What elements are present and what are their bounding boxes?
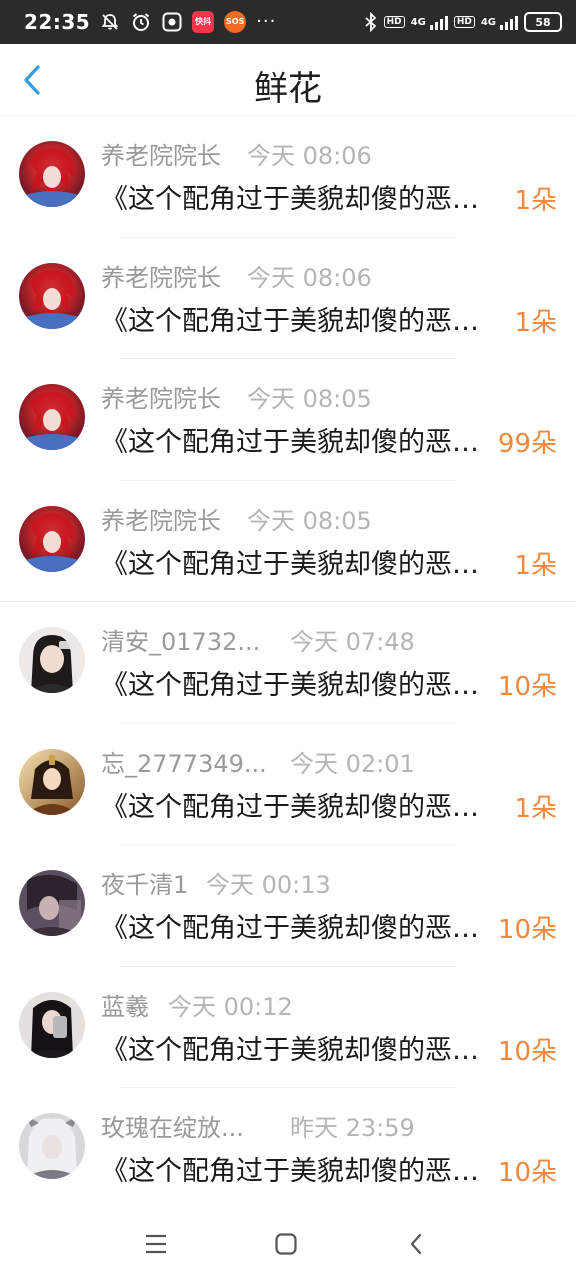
timestamp: 昨天 23:59: [290, 1114, 415, 1142]
book-title: 《这个配角过于美貌却傻的恶毒女配》: [101, 548, 499, 580]
flower-count: 1朵: [514, 186, 557, 216]
avatar[interactable]: [19, 505, 85, 572]
system-nav-bar: [0, 1208, 576, 1280]
list-item[interactable]: 忘_2777349... 今天 02:01 《这个配角过于美貌却傻的恶毒女配》 …: [0, 724, 576, 845]
status-left-icons: 快抖 SOS ···: [100, 11, 276, 33]
status-right-icons: HD 4G HD 4G 58: [364, 12, 562, 32]
signal-bars-2-icon: [500, 14, 518, 30]
user-name: 忘_2777349...: [101, 749, 267, 778]
network-type-2: 4G: [480, 16, 496, 28]
hd-badge-1: HD: [383, 16, 405, 28]
timestamp: 今天 08:06: [247, 142, 372, 170]
book-title: 《这个配角过于美貌却傻的恶毒女配》: [101, 791, 499, 823]
list-item[interactable]: 养老院院长 今天 08:06 《这个配角过于美貌却傻的恶毒女配》 1朵: [0, 116, 576, 238]
avatar[interactable]: [19, 627, 85, 693]
flower-count: 10朵: [497, 915, 557, 945]
book-title: 《这个配角过于美貌却傻的恶毒女配》: [101, 670, 499, 701]
app-square-icon: [162, 12, 182, 32]
status-bar: 22:35 快抖 SOS ··· HD 4G HD 4G 58: [0, 0, 576, 44]
timestamp: 今天 08:05: [247, 385, 372, 413]
avatar[interactable]: [19, 384, 85, 450]
user-name: 养老院院长: [101, 263, 221, 292]
page-header: 鲜花: [0, 44, 576, 116]
user-name: 玫瑰在绽放...: [101, 1114, 244, 1142]
flower-count: 1朵: [514, 793, 557, 824]
alarm-icon: [130, 11, 152, 33]
book-title: 《这个配角过于美貌却傻的恶毒女配》: [101, 1034, 499, 1066]
bluetooth-icon: [364, 12, 378, 32]
flower-count: 1朵: [514, 550, 557, 581]
avatar[interactable]: [19, 1113, 85, 1179]
battery-icon: 58: [524, 12, 562, 32]
flower-count: 10朵: [497, 1036, 557, 1067]
flower-count: 1朵: [514, 307, 557, 338]
user-name: 养老院院长: [101, 142, 221, 170]
user-name: 养老院院长: [101, 506, 221, 535]
timestamp: 今天 08:06: [247, 263, 372, 292]
avatar[interactable]: [19, 141, 85, 207]
user-name: 养老院院长: [101, 385, 221, 413]
list-item[interactable]: 养老院院长 今天 08:05 《这个配角过于美貌却傻的恶毒女配》 99朵: [0, 359, 576, 481]
avatar[interactable]: [19, 991, 85, 1058]
avatar[interactable]: [19, 748, 85, 815]
flower-record-list: 养老院院长 今天 08:06 《这个配角过于美貌却傻的恶毒女配》 1朵 养老院院…: [0, 116, 576, 1210]
timestamp: 今天 02:01: [290, 749, 415, 778]
kuaishou-app-icon: 快抖: [192, 11, 215, 33]
user-name: 清安_01732...: [101, 628, 261, 656]
hd-badge-2: HD: [453, 16, 475, 28]
avatar[interactable]: [19, 870, 85, 936]
more-notifications-icon: ···: [256, 11, 277, 32]
book-title: 《这个配角过于美貌却傻的恶毒女配》: [101, 427, 499, 458]
signal-bars-1-icon: [429, 14, 448, 30]
bell-muted-icon: [100, 12, 120, 32]
book-title: 《这个配角过于美貌却傻的恶毒女配》: [101, 913, 499, 944]
flower-count: 10朵: [497, 672, 557, 702]
avatar[interactable]: [19, 262, 85, 329]
book-title: 《这个配角过于美貌却傻的恶毒女配》: [101, 184, 499, 215]
book-title: 《这个配角过于美貌却傻的恶毒女配》: [101, 1156, 499, 1187]
list-item[interactable]: 玫瑰在绽放... 昨天 23:59 《这个配角过于美貌却傻的恶毒女配》 10朵: [0, 1088, 576, 1210]
flower-count: 10朵: [497, 1158, 557, 1188]
home-square-icon: [275, 1233, 297, 1255]
back-arrow-icon: [410, 1233, 422, 1255]
flower-count: 99朵: [497, 429, 557, 459]
user-name: 夜千清1: [101, 871, 189, 899]
home-button[interactable]: [268, 1226, 304, 1262]
user-name: 蓝羲: [101, 992, 149, 1021]
timestamp: 今天 07:48: [290, 628, 415, 656]
status-time: 22:35: [24, 10, 91, 34]
menu-button[interactable]: [138, 1226, 174, 1262]
book-title: 《这个配角过于美貌却傻的恶毒女配》: [101, 305, 499, 337]
back-nav-button[interactable]: [398, 1226, 434, 1262]
list-item[interactable]: 夜千清1 今天 00:13 《这个配角过于美貌却傻的恶毒女配》 10朵: [0, 845, 576, 967]
network-type-1: 4G: [410, 16, 426, 28]
alipay-app-icon: SOS: [224, 11, 247, 33]
timestamp: 今天 00:12: [168, 992, 293, 1021]
list-item[interactable]: 清安_01732... 今天 07:48 《这个配角过于美貌却傻的恶毒女配》 1…: [0, 602, 576, 724]
timestamp: 今天 00:13: [206, 871, 331, 899]
menu-icon: [146, 1234, 166, 1254]
list-item[interactable]: 养老院院长 今天 08:06 《这个配角过于美貌却傻的恶毒女配》 1朵: [0, 238, 576, 359]
timestamp: 今天 08:05: [247, 506, 372, 535]
page-title: 鲜花: [254, 69, 322, 109]
list-item[interactable]: 养老院院长 今天 08:05 《这个配角过于美貌却傻的恶毒女配》 1朵: [0, 481, 576, 602]
list-item[interactable]: 蓝羲 今天 00:12 《这个配角过于美貌却傻的恶毒女配》 10朵: [0, 967, 576, 1088]
